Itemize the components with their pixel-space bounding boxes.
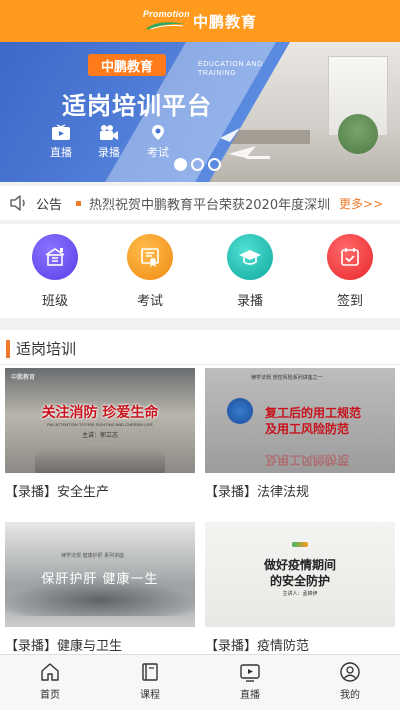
- paper-plane-icon: [220, 128, 270, 159]
- training-section: 适岗培训 中鹏教育 关注消防 珍爱生命 PAY ATTENTION TO FIR…: [0, 330, 400, 710]
- quick-menu-label: 录播: [236, 294, 263, 309]
- nav-live[interactable]: 直播: [220, 661, 280, 701]
- user-icon: [340, 662, 360, 682]
- banner-feature-label: 录播: [98, 146, 120, 159]
- thumb-headline: 做好疫情期间: [263, 558, 336, 572]
- course-title[interactable]: 【录播】法律法规: [205, 481, 395, 500]
- classroom-icon: [32, 234, 78, 280]
- thumb-headline: 保肝护肝 健康一生: [41, 572, 159, 587]
- thumb-headline: 关注消防 珍爱生命: [41, 405, 159, 421]
- book-icon: [142, 663, 158, 681]
- banner-plant: [338, 114, 378, 154]
- pagination-dot[interactable]: [208, 158, 221, 171]
- thumb-subtitle: PAY ATTENTION TO FIRE FIGHTING AND CHERI…: [47, 422, 153, 427]
- thumb-logo-icon: [292, 542, 308, 547]
- certificate-icon: [127, 234, 173, 280]
- tv-icon: [52, 124, 70, 140]
- pagination-dot-active[interactable]: [174, 158, 187, 171]
- thumb-headline: 复工后的用工规范: [265, 406, 362, 420]
- nav-label: 我的: [340, 690, 360, 701]
- header-title: 中鹏教育: [192, 12, 257, 31]
- quick-menu-label: 签到: [336, 294, 363, 309]
- announcement-label: 公告: [36, 197, 63, 213]
- thumb-series: 律学法规 健康护肝 系列讲座: [61, 553, 125, 559]
- thumb-speaker: 主讲：郭立志: [81, 432, 118, 439]
- nav-profile[interactable]: 我的: [320, 661, 380, 701]
- thumb-logo: 中鹏教育: [11, 374, 36, 381]
- banner-feature-exam: 考试: [141, 124, 175, 160]
- promo-banner[interactable]: 中鹏教育 EDUCATION AND TRAINING 适岗培训平台 直播 录播: [0, 42, 400, 182]
- announcement-bullet: [76, 200, 82, 206]
- nav-courses[interactable]: 课程: [120, 661, 180, 701]
- course-thumbnail[interactable]: 律学法规 健康护肝 系列讲座 保肝护肝 健康一生: [5, 522, 195, 627]
- course-thumbnail[interactable]: 律学法规 管控风险系列讲座之一 复工后的用工规范 及用工风险防范 及用工风险防范: [205, 368, 395, 473]
- banner-feature-live: 直播: [44, 124, 78, 160]
- quick-menu-class[interactable]: 班级: [20, 234, 90, 309]
- thumb-series: 律学法规 管控风险系列讲座之一: [251, 375, 323, 381]
- course-card-safety[interactable]: 中鹏教育 关注消防 珍爱生命 PAY ATTENTION TO FIRE FIG…: [5, 368, 195, 500]
- pagination-dot[interactable]: [191, 158, 204, 171]
- globe-icon: [227, 398, 253, 424]
- course-title[interactable]: 【录播】疫情防范: [205, 635, 395, 654]
- nav-label: 课程: [140, 690, 160, 701]
- calendar-check-icon: [327, 234, 373, 280]
- thumb-headline-2: 及用工风险防范: [265, 422, 350, 436]
- bottom-nav: 首页 课程 直播 我的: [0, 654, 400, 710]
- section-accent-bar: [6, 339, 10, 358]
- quick-menu-label: 考试: [136, 294, 163, 309]
- location-pin-icon: [152, 125, 164, 140]
- thumb-road-graphic: [35, 443, 165, 473]
- quick-menu-recorded[interactable]: 录播: [215, 234, 285, 309]
- thumb-reflection: 及用工风险防范: [265, 453, 350, 467]
- live-tv-icon: [240, 664, 260, 682]
- banner-pagination: [174, 158, 221, 171]
- course-thumbnail[interactable]: 做好疫情期间 的安全防护 主讲人：孟锦伊: [205, 522, 395, 627]
- banner-tagline: EDUCATION AND TRAINING: [198, 61, 263, 77]
- thumb-speaker: 主讲人：孟锦伊: [282, 591, 318, 597]
- banner-title: 适岗培训平台: [62, 92, 212, 120]
- banner-feature-recorded: 录播: [92, 124, 126, 160]
- nav-label: 直播: [240, 690, 260, 701]
- promotion-logo: Promotion: [142, 9, 190, 33]
- section-title: 适岗培训: [16, 340, 77, 358]
- logo-swoosh-icon: [146, 22, 185, 30]
- banner-brand: 中鹏教育: [88, 54, 166, 76]
- section-divider: [0, 364, 400, 365]
- banner-feature-label: 直播: [50, 146, 72, 159]
- announcement-more-link[interactable]: 更多>>: [339, 195, 383, 212]
- graduation-cap-icon: [227, 234, 273, 280]
- quick-menu-checkin[interactable]: 签到: [315, 234, 385, 309]
- thumb-headline-2: 的安全防护: [269, 574, 330, 588]
- course-card-health[interactable]: 律学法规 健康护肝 系列讲座 保肝护肝 健康一生 【录播】健康与卫生: [5, 522, 195, 654]
- course-title[interactable]: 【录播】健康与卫生: [5, 635, 195, 654]
- section-header: 适岗培训: [6, 338, 76, 359]
- speaker-icon: [10, 195, 25, 211]
- course-card-epidemic[interactable]: 做好疫情期间 的安全防护 主讲人：孟锦伊 【录播】疫情防范: [205, 522, 395, 654]
- video-camera-icon: [100, 125, 118, 140]
- course-card-law[interactable]: 律学法规 管控风险系列讲座之一 复工后的用工规范 及用工风险防范 及用工风险防范…: [205, 368, 395, 500]
- quick-menu-exam[interactable]: 考试: [115, 234, 185, 309]
- app-screen: Promotion 中鹏教育 中鹏教育 EDUCATION AND TRAINI…: [0, 0, 400, 710]
- home-icon: [41, 663, 59, 681]
- nav-label: 首页: [40, 690, 60, 701]
- logo-text: Promotion: [142, 9, 190, 19]
- nav-home[interactable]: 首页: [20, 661, 80, 701]
- announcement-bar[interactable]: 公告 热烈祝贺中鹏教育平台荣获2020年度深圳 更多>>: [0, 186, 400, 220]
- quick-menu-label: 班级: [41, 294, 68, 309]
- app-header: Promotion 中鹏教育: [0, 0, 400, 42]
- quick-menu: 班级 考试 录播 签到: [0, 224, 400, 318]
- announcement-text[interactable]: 热烈祝贺中鹏教育平台荣获2020年度深圳: [89, 194, 335, 213]
- banner-feature-label: 考试: [147, 146, 169, 159]
- course-thumbnail[interactable]: 中鹏教育 关注消防 珍爱生命 PAY ATTENTION TO FIRE FIG…: [5, 368, 195, 473]
- course-title[interactable]: 【录播】安全生产: [5, 481, 195, 500]
